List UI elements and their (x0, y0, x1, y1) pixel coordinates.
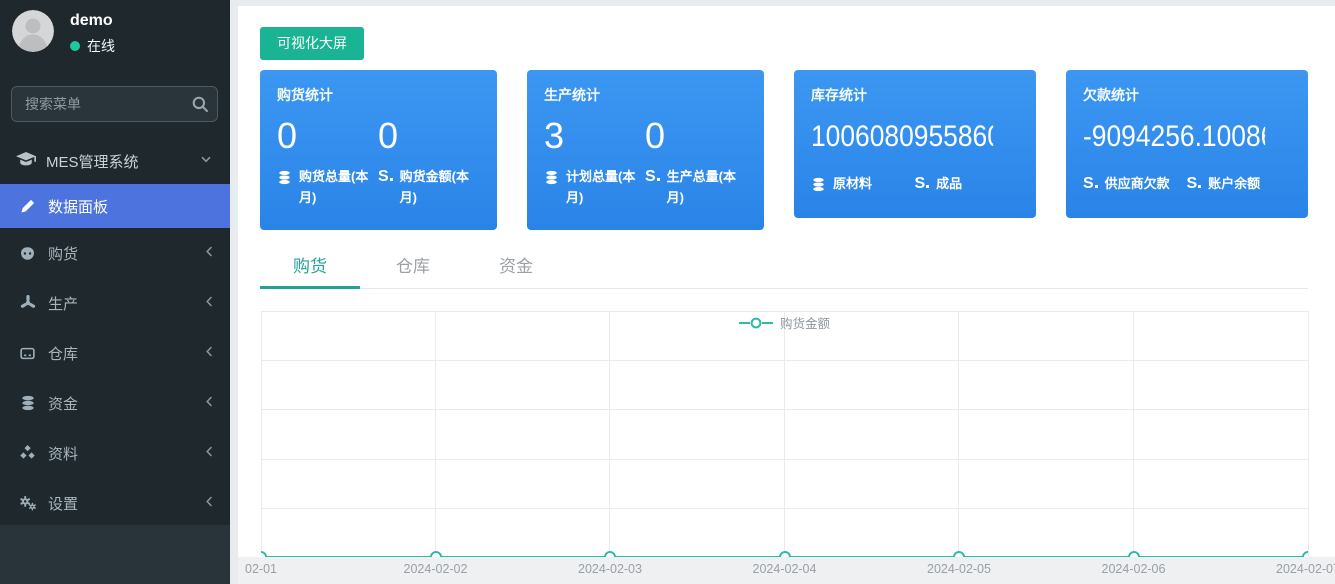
metric-label: 购货总量(本月) (299, 167, 378, 209)
money-icon: S (1187, 174, 1202, 195)
sidebar-item-purchase[interactable]: 购货 (0, 228, 230, 278)
stat-metric: 3 计划总量(本月) (544, 114, 645, 209)
stat-value: 1006080955860 (811, 117, 993, 157)
chevron-left-icon (204, 245, 214, 262)
chevron-left-icon (204, 395, 214, 412)
stat-card-purchase-stats: 购货统计0购货总量(本月)0S购货金额(本月) (260, 70, 497, 230)
money-icon: S (915, 174, 930, 195)
sidebar-item-warehouse[interactable]: 仓库 (0, 328, 230, 378)
metric-label: 购货金额(本月) (400, 167, 479, 209)
metric-label: 成品 (936, 174, 962, 195)
chevron-down-icon (200, 153, 212, 170)
stat-value: 3 (544, 114, 645, 158)
sidebar-menu: 数据面板购货生产仓库资金资料设置 (0, 184, 230, 528)
x-axis-label: 2024-02-02 (404, 562, 468, 576)
x-axis-label: 2024-02-07 (1276, 562, 1335, 576)
stat-card-production-stats: 生产统计 3 计划总量(本月)0 S生产总量(本月) (527, 70, 764, 230)
stat-card-inventory-stats: 库存统计 1006080955860 原材料 S 成品 (794, 70, 1036, 218)
chevron-left-icon (204, 445, 214, 462)
sidebar-item-settings[interactable]: 设置 (0, 478, 230, 528)
sidebar-item-label: 生产 (48, 293, 78, 314)
money-icon: S (1083, 174, 1098, 195)
pen-icon (18, 198, 37, 214)
stat-cards-row: 购货统计0购货总量(本月)0S购货金额(本月)生产统计3计划总量(本月)0S生产… (260, 70, 1308, 230)
stat-value: 0 (378, 114, 479, 158)
money-icon: S (645, 167, 660, 209)
user-name: demo (70, 12, 113, 30)
database-icon (18, 395, 37, 411)
tab-funds[interactable]: 资金 (466, 250, 566, 288)
sidebar-item-production[interactable]: 生产 (0, 278, 230, 328)
metric-label: 账户余额 (1208, 174, 1260, 195)
metric-label: 生产总量(本月) (667, 167, 746, 209)
stat-card-title: 生产统计 (544, 85, 746, 105)
tab-purchase[interactable]: 购货 (260, 250, 360, 288)
x-axis-label: 2024-02-06 (1102, 562, 1166, 576)
sidebar-item-materials[interactable]: 资料 (0, 428, 230, 478)
sidebar-footer (0, 525, 230, 584)
metric-label: 计划总量(本月) (566, 167, 645, 209)
mes-dashboard-app: demo 在线 MES管理系统 (0, 0, 1335, 584)
user-panel: demo 在线 (12, 10, 230, 68)
sidebar-item-label: 资料 (48, 443, 78, 464)
x-axis-label: 02-01 (245, 562, 277, 576)
line-chart: 购货金额 (261, 311, 1308, 557)
database-icon (277, 170, 292, 209)
sidebar-search (11, 86, 218, 122)
user-status: 在线 (70, 36, 115, 56)
money-icon: S (378, 167, 393, 209)
stat-value: 0 (645, 114, 746, 158)
sidebar-item-label: 资金 (48, 393, 78, 414)
person-icon (12, 10, 54, 52)
x-axis-label: 2024-02-03 (578, 562, 642, 576)
chevron-left-icon (204, 295, 214, 312)
sidebar-item-label: 仓库 (48, 343, 78, 364)
stat-value: -9094256.1008644 (1083, 117, 1265, 157)
chart-markers (261, 299, 1308, 557)
stat-card-title: 库存统计 (811, 85, 1018, 105)
asterisk-icon (18, 295, 37, 311)
graduation-cap-icon (16, 151, 36, 171)
online-status-dot (70, 41, 80, 51)
sidebar-item-label: 购货 (48, 243, 78, 264)
sidebar-item-label: 数据面板 (48, 196, 108, 217)
chevron-left-icon (204, 495, 214, 512)
stat-value: 0 (277, 114, 378, 158)
stat-card-title: 欠款统计 (1083, 85, 1290, 105)
chart-tabs: 购货仓库资金 (260, 250, 1308, 289)
metric-label: 原材料 (833, 174, 872, 199)
sidebar-root-label: MES管理系统 (46, 151, 139, 172)
search-icon[interactable] (191, 95, 209, 113)
tab-warehouse[interactable]: 仓库 (363, 250, 463, 288)
sidebar-item-label: 设置 (48, 493, 78, 514)
sidebar-item-dashboard[interactable]: 数据面板 (0, 184, 230, 228)
visualization-screen-button[interactable]: 可视化大屏 (260, 27, 364, 60)
sidebar-item-funds[interactable]: 资金 (0, 378, 230, 428)
metric-label: 供应商欠款 (1105, 174, 1170, 195)
face-icon (18, 245, 37, 262)
sidebar: demo 在线 MES管理系统 (0, 0, 230, 584)
x-axis-label: 2024-02-04 (753, 562, 817, 576)
online-status-label: 在线 (87, 36, 115, 56)
cubes-icon (18, 445, 37, 461)
chart-x-axis: 02-01 2024-02-02 2024-02-03 2024-02-04 2024-… (238, 557, 1335, 584)
main-area: 可视化大屏 购货统计0购货总量(本月)0S购货金额(本月)生产统计3计划总量(本… (230, 0, 1335, 584)
warehouse-icon (18, 346, 37, 361)
database-icon (544, 170, 559, 209)
stat-metric: 0 S购货金额(本月) (378, 114, 479, 209)
database-icon (811, 177, 826, 199)
gears-icon (18, 495, 37, 511)
user-avatar[interactable] (12, 10, 54, 52)
search-input[interactable] (11, 86, 218, 122)
stat-card-debt-stats: 欠款统计 -9094256.1008644 S 供应商欠款 S 账户余额 (1066, 70, 1308, 218)
sidebar-item-mes-root[interactable]: MES管理系统 (0, 138, 230, 184)
stat-card-title: 购货统计 (277, 85, 479, 105)
content-panel: 可视化大屏 购货统计0购货总量(本月)0S购货金额(本月)生产统计3计划总量(本… (238, 6, 1335, 557)
x-axis-label: 2024-02-05 (927, 562, 991, 576)
chevron-left-icon (204, 345, 214, 362)
stat-metric: 0 购货总量(本月) (277, 114, 378, 209)
stat-metric: 0 S生产总量(本月) (645, 114, 746, 209)
